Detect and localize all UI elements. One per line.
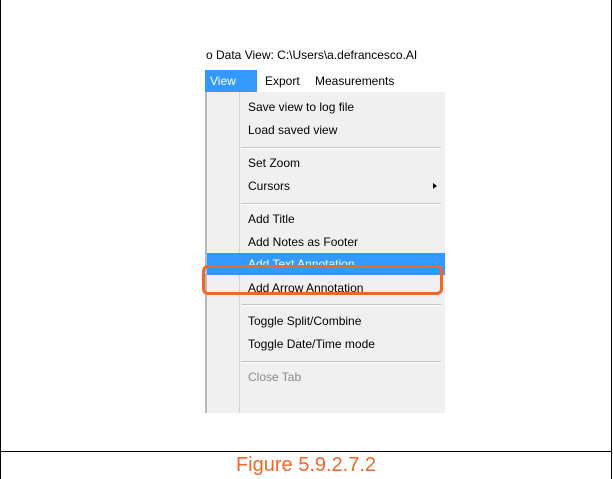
menu-item-load-view[interactable]: Load saved view	[207, 119, 445, 141]
menu-item-set-zoom[interactable]: Set Zoom	[207, 152, 445, 174]
menu-separator	[241, 147, 441, 149]
menu-bar: View Export Measurements	[205, 70, 445, 92]
menu-item-label: Cursors	[248, 179, 291, 193]
menu-item-add-text-annotation[interactable]: Add Text Annotation	[207, 253, 445, 275]
menu-measurements[interactable]: Measurements	[315, 70, 394, 92]
menu-item-label: Add Text Annotation	[248, 257, 355, 271]
submenu-arrow-icon	[433, 183, 437, 189]
figure-caption: Figure 5.9.2.7.2	[235, 454, 377, 476]
menu-item-label: Add Arrow Annotation	[248, 281, 364, 295]
menu-item-label: Save view to log file	[248, 100, 355, 114]
menu-item-toggle-datetime[interactable]: Toggle Date/Time mode	[207, 333, 445, 355]
menu-item-cursors[interactable]: Cursors	[207, 175, 445, 197]
menu-item-label: Toggle Split/Combine	[248, 314, 362, 328]
menu-item-label: Load saved view	[248, 123, 338, 137]
menu-item-add-title[interactable]: Add Title	[207, 208, 445, 230]
document-table-cell: o Data View: C:\Users\a.defrancesco.AI V…	[0, 0, 612, 479]
menu-item-label: Add Title	[248, 212, 295, 226]
menu-view[interactable]: View	[205, 70, 257, 92]
menu-separator	[241, 361, 441, 363]
menu-separator	[241, 304, 441, 306]
menu-item-label: Toggle Date/Time mode	[248, 337, 375, 351]
table-border-left	[0, 0, 1, 479]
menu-item-add-arrow-annotation[interactable]: Add Arrow Annotation	[207, 277, 445, 299]
menu-export[interactable]: Export	[265, 70, 300, 92]
menu-item-toggle-split[interactable]: Toggle Split/Combine	[207, 310, 445, 332]
menu-separator	[241, 203, 441, 205]
menu-item-label: Add Notes as Footer	[248, 235, 359, 249]
view-dropdown-menu: Save view to log file Load saved view Se…	[205, 92, 445, 413]
menu-item-add-notes[interactable]: Add Notes as Footer	[207, 231, 445, 253]
menu-item-close-tab: Close Tab	[207, 366, 445, 388]
menu-item-save-view[interactable]: Save view to log file	[207, 96, 445, 118]
menu-item-label: Set Zoom	[248, 156, 301, 170]
embedded-screenshot: o Data View: C:\Users\a.defrancesco.AI V…	[205, 40, 445, 413]
table-border-right	[611, 0, 612, 479]
window-title: o Data View: C:\Users\a.defrancesco.AI	[205, 40, 445, 70]
menu-item-label: Close Tab	[248, 370, 302, 384]
